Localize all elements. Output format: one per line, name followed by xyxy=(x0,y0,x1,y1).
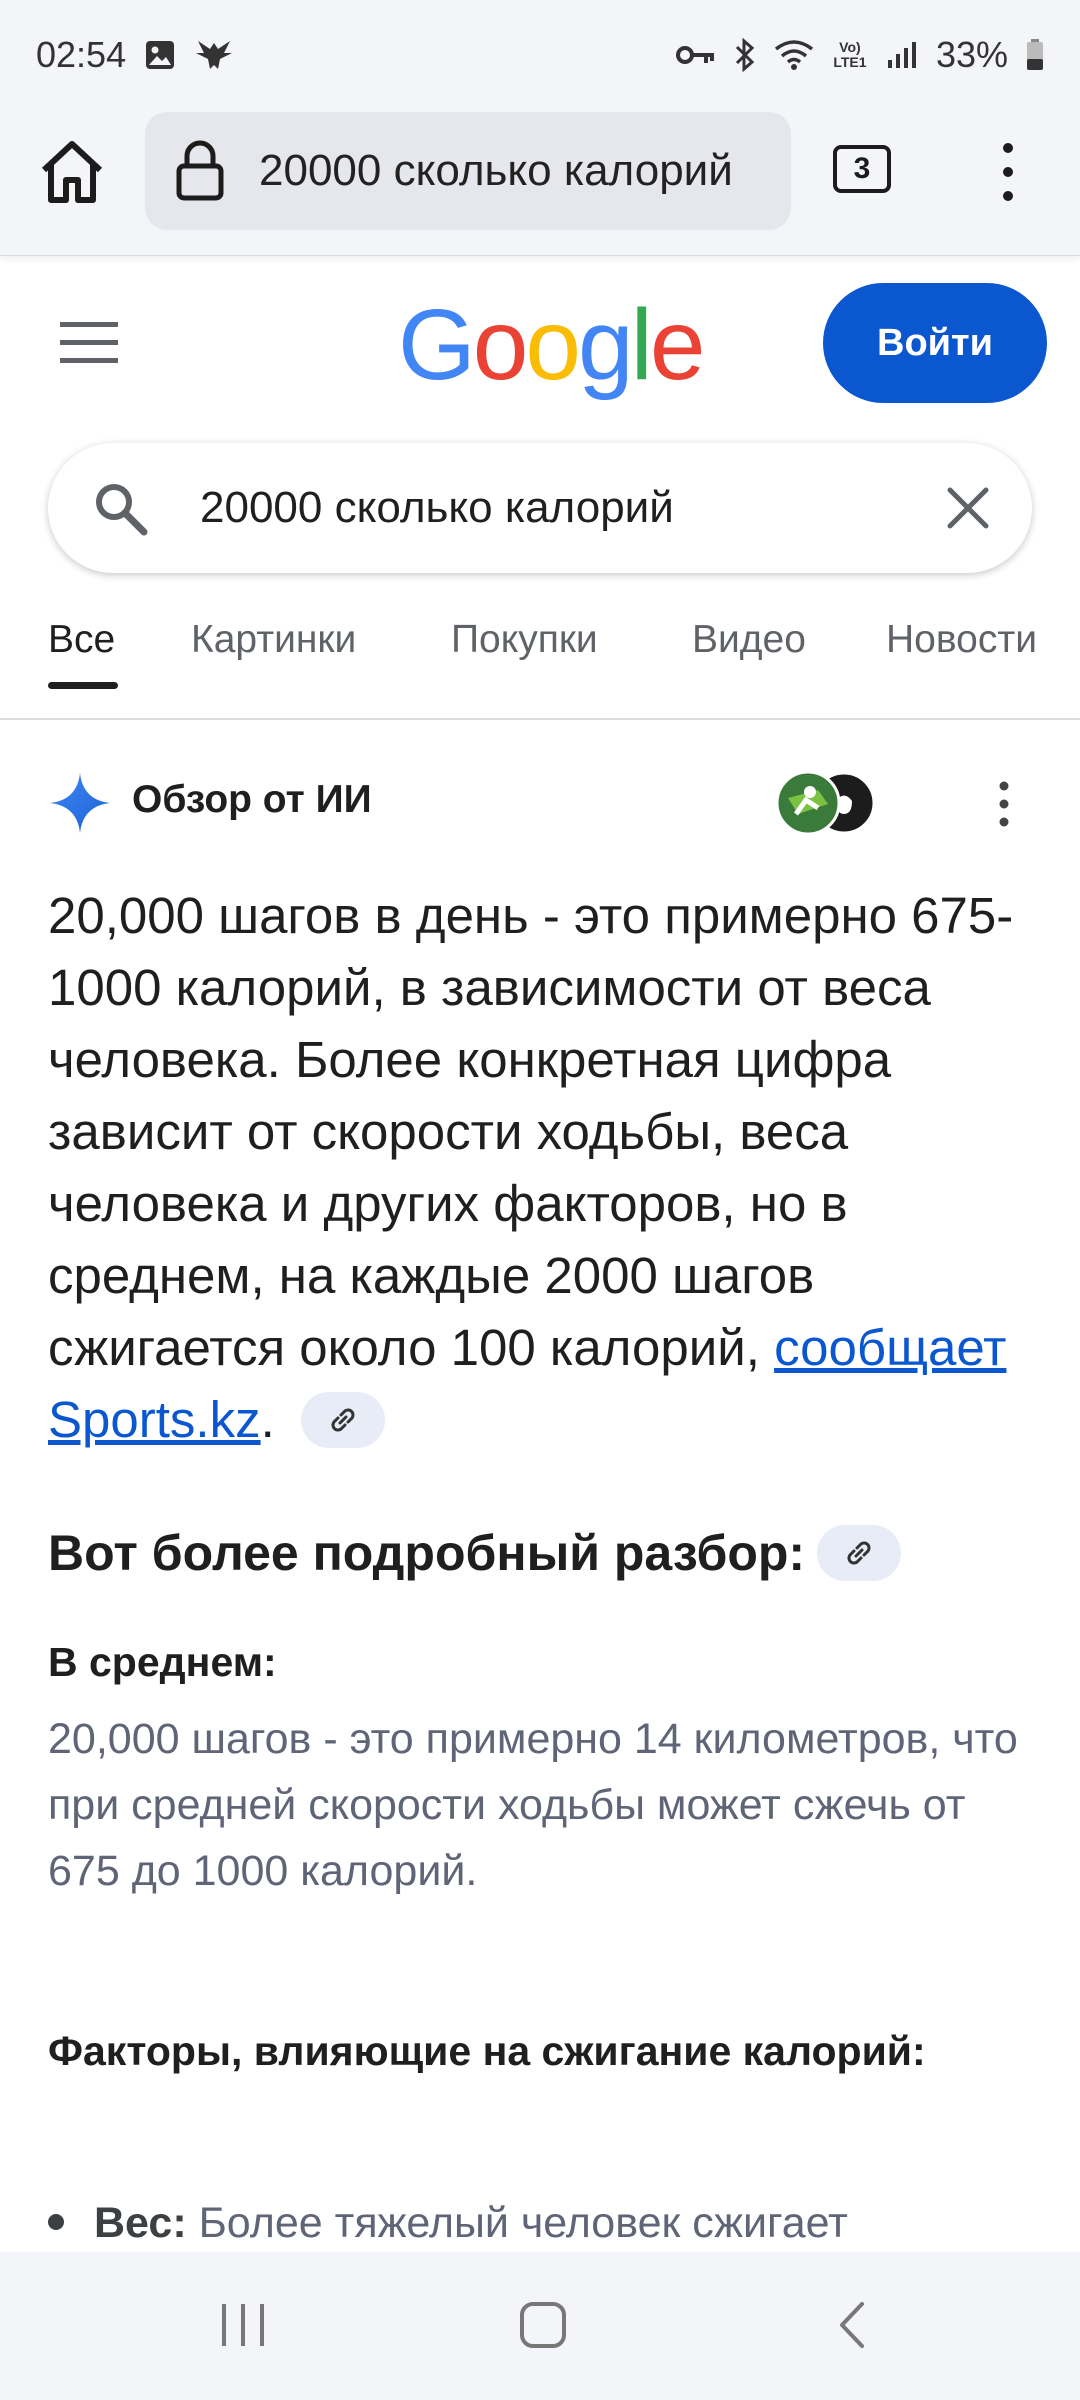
breakdown-link-chip[interactable] xyxy=(817,1525,902,1581)
url-text: 20000 сколько калорий xyxy=(259,146,733,195)
more-options-icon[interactable] xyxy=(994,780,1014,828)
citation-link-chip[interactable] xyxy=(300,1391,385,1448)
bullet-text: Более тяжелый человек сжигает xyxy=(186,2199,848,2247)
active-tab-indicator xyxy=(48,682,118,689)
ai-sparkle-icon xyxy=(50,773,110,833)
home-icon[interactable] xyxy=(518,2300,568,2350)
home-icon[interactable] xyxy=(36,136,108,208)
list-item: Вес: Более тяжелый человек сжигает xyxy=(18,2190,1038,2256)
search-icon xyxy=(96,484,148,536)
logo-letter: G xyxy=(398,289,476,401)
recent-apps-icon[interactable] xyxy=(218,2300,268,2350)
logo-letter: o xyxy=(525,289,581,401)
status-time: 02:54 xyxy=(36,34,127,75)
source-avatars-icon[interactable] xyxy=(774,768,884,838)
factors-heading: Факторы, влияющие на сжигание калорий: xyxy=(48,2028,926,2074)
ai-overview-header: Обзор от ИИ xyxy=(48,768,1048,838)
summary-text: 20,000 шагов в день - это примерно 675-1… xyxy=(48,887,1014,1376)
back-icon[interactable] xyxy=(828,2300,878,2350)
browser-toolbar: 20000 сколько калорий 3 xyxy=(0,110,1080,256)
ai-overview-summary: 20,000 шагов в день - это примерно 675-1… xyxy=(48,880,1038,1456)
hamburger-menu-icon[interactable] xyxy=(60,320,118,364)
tab-news[interactable]: Новости xyxy=(886,618,1037,662)
tab-all[interactable]: Все xyxy=(48,618,115,662)
lock-icon xyxy=(176,140,224,201)
search-box[interactable]: 20000 сколько калорий xyxy=(48,443,1032,573)
battery-icon xyxy=(1026,39,1044,71)
signal-icon xyxy=(886,40,918,70)
logo-letter: l xyxy=(630,289,653,401)
breakdown-heading: Вот более подробный разбор: xyxy=(48,1524,902,1582)
average-text: 20,000 шагов - это примерно 14 километро… xyxy=(48,1715,1018,1895)
logo-letter: g xyxy=(578,289,634,401)
link-icon xyxy=(331,1408,355,1432)
browser-menu-icon[interactable] xyxy=(990,140,1026,204)
breakdown-heading-text: Вот более подробный разбор: xyxy=(48,1525,806,1581)
bluetooth-icon xyxy=(734,38,756,72)
logo-letter: o xyxy=(472,289,529,401)
clear-icon[interactable] xyxy=(944,484,992,532)
status-bar: 02:54 Vo) LTE1 33% xyxy=(0,0,1080,110)
link-icon xyxy=(847,1541,871,1565)
search-tabs: Все Картинки Покупки Видео Новости xyxy=(0,600,1080,720)
tab-videos[interactable]: Видео xyxy=(692,618,806,662)
volte-label: Vo) LTE1 xyxy=(833,39,867,70)
average-heading: В среднем: xyxy=(48,1639,277,1685)
tab-switcher-button[interactable]: 3 xyxy=(833,145,891,193)
bullet-label: Вес: xyxy=(94,2199,187,2247)
tab-images[interactable]: Картинки xyxy=(191,618,356,662)
system-navigation-bar xyxy=(0,2252,1080,2400)
battery-percent: 33% xyxy=(935,34,1008,75)
ai-overview-title: Обзор от ИИ xyxy=(132,778,372,821)
tab-shopping[interactable]: Покупки xyxy=(451,618,598,662)
wifi-icon xyxy=(774,39,814,71)
google-logo[interactable]: Google xyxy=(398,289,705,401)
gallery-notification-icon xyxy=(144,39,176,71)
summary-period: . xyxy=(260,1391,275,1448)
vpn-key-icon xyxy=(675,43,716,67)
eagle-notification-icon xyxy=(194,37,234,73)
sign-in-button[interactable]: Войти xyxy=(823,283,1047,403)
search-input[interactable]: 20000 сколько калорий xyxy=(200,483,944,533)
address-bar[interactable]: 20000 сколько калорий xyxy=(145,112,791,230)
logo-letter: e xyxy=(649,289,706,401)
bullet-dot xyxy=(48,2213,64,2230)
